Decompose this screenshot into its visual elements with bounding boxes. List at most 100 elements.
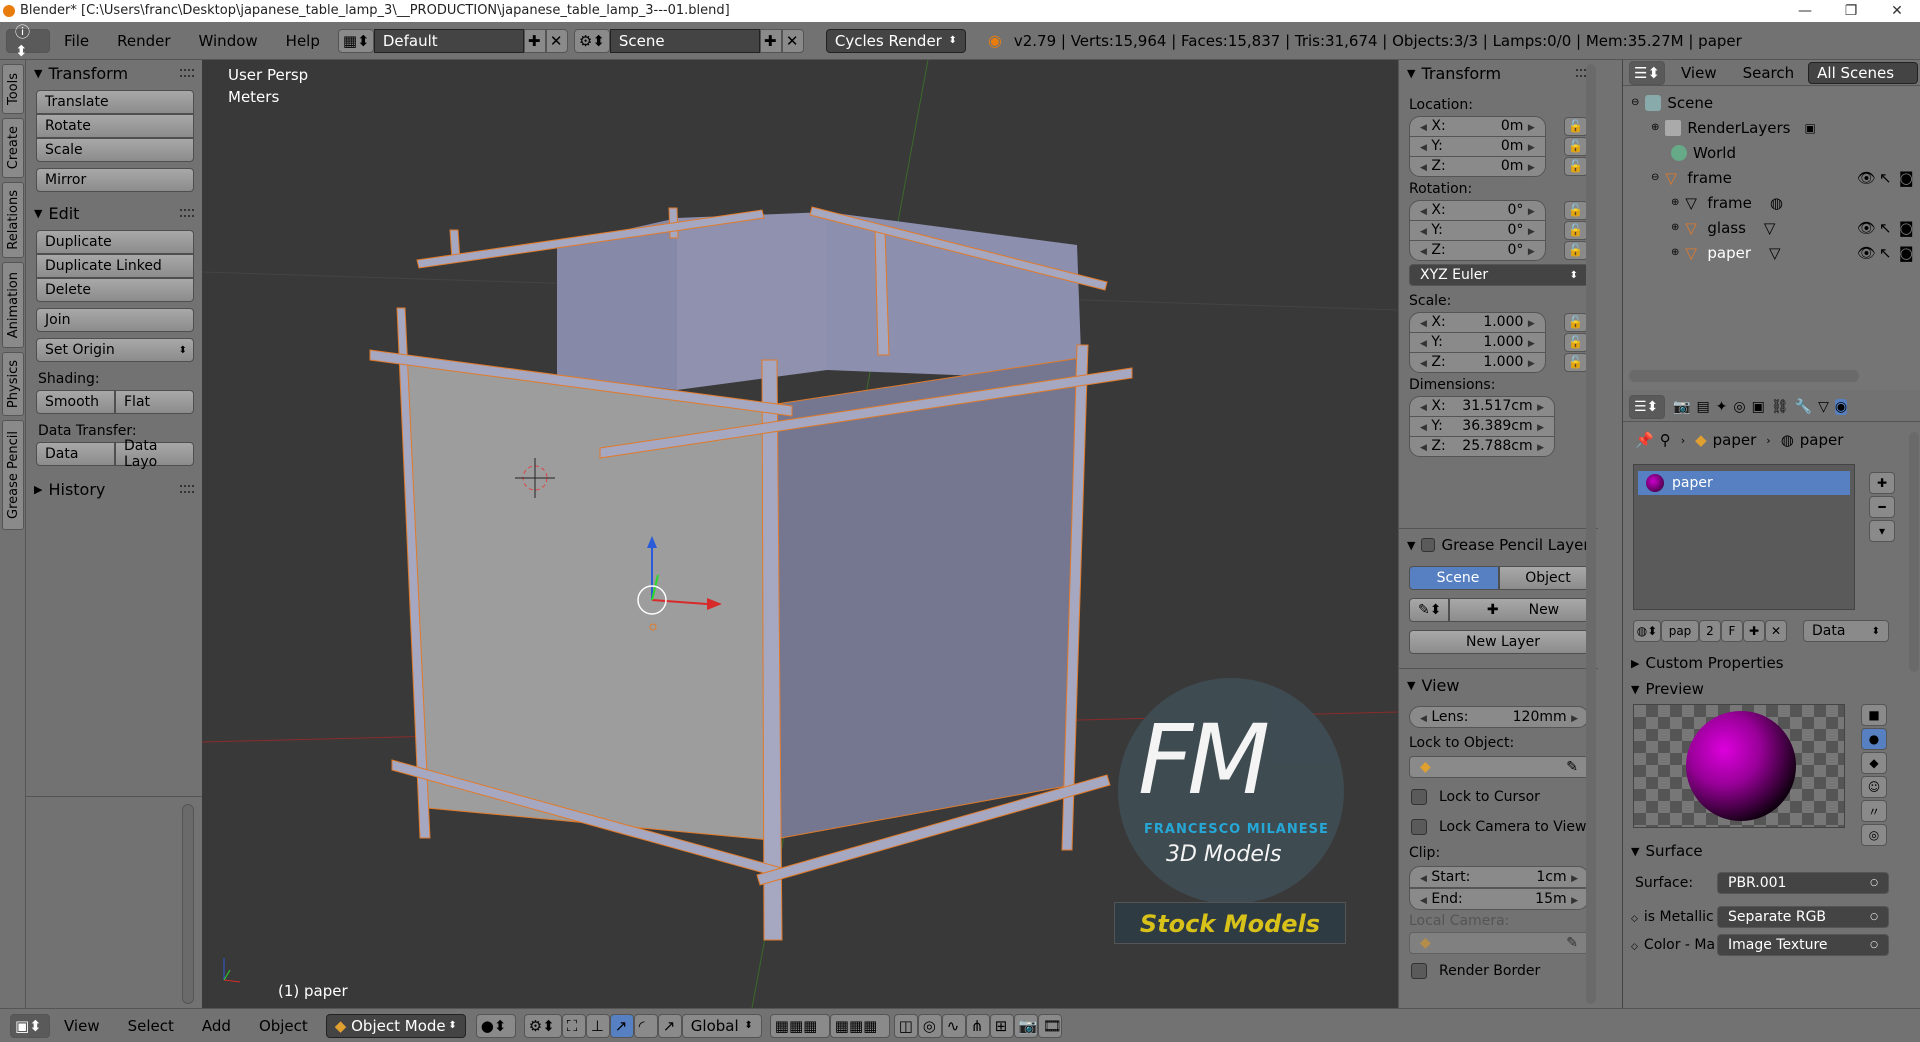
location-z-field[interactable]: ◀ Z: 0m ▶ [1409,155,1546,177]
transform-orientation-dropdown[interactable]: Global ⬍ [681,1013,762,1038]
rotate-button[interactable]: Rotate [36,114,194,138]
editor-type-3dview-button[interactable]: ▣⬍ [10,1013,50,1038]
lock-to-cursor-checkbox[interactable]: Lock to Cursor [1399,782,1599,812]
location-y-field[interactable]: ◀ Y: 0m ▶ [1409,135,1546,157]
pivot-point-dropdown[interactable]: ⚙⬍ [523,1013,562,1038]
render-engine-dropdown[interactable]: Cycles Render ⬍ [825,28,966,53]
lock-location-z-icon[interactable]: 🔓 [1563,156,1588,176]
preview-header[interactable]: ▼ Preview [1623,676,1920,702]
outliner-item-frame-object[interactable]: ⊖ ▽ frame 👁 ↖ ◙ [1623,165,1920,190]
gp-object-toggle[interactable]: Object [1499,566,1589,590]
tab-relations[interactable]: Relations [2,182,24,258]
outliner-view-menu[interactable]: View [1681,64,1717,82]
editor-type-info-button[interactable]: ⓘ ⬍ [6,23,50,60]
render-border-checkbox[interactable]: Render Border [1399,956,1599,986]
close-button[interactable]: ✕ [1874,0,1920,22]
interaction-mode-dropdown[interactable]: ◆ Object Mode ⬍ [325,1013,466,1038]
custom-properties-header[interactable]: ▶ Custom Properties [1623,650,1920,676]
render-tab-icon[interactable]: 📷 [1673,399,1690,415]
pencil-icon[interactable]: ✎⬍ [1409,598,1449,622]
scene-tab-icon[interactable]: ✦ [1716,399,1728,415]
transform-panel-header[interactable]: ▼ Transform [1399,60,1598,86]
add-screen-icon[interactable]: ✚ [523,28,546,53]
add-slot-button[interactable]: ✚ [1869,472,1895,494]
tab-physics[interactable]: Physics [2,352,24,416]
preview-monkey-icon[interactable]: ☺ [1861,776,1887,798]
grease-pencil-layer-header[interactable]: ▼ Grease Pencil Layer [1399,532,1599,558]
minimize-button[interactable]: — [1782,0,1828,22]
surface-shader-field[interactable]: PBR.001 ○ [1717,872,1889,894]
delete-button[interactable]: Delete [36,278,194,302]
outliner-item-glass[interactable]: ⊕ ▽ glass ▽ 👁 ↖ ◙ [1623,215,1920,240]
gp-scene-toggle[interactable]: Scene [1409,566,1499,590]
lock-rotation-y-icon[interactable]: 🔓 [1563,220,1588,240]
lock-location-y-icon[interactable]: 🔓 [1563,136,1588,156]
snap-toggle-icon[interactable]: ⋔ [965,1013,990,1038]
lock-scale-y-icon[interactable]: 🔓 [1563,332,1588,352]
mirror-button[interactable]: Mirror [36,168,194,192]
maximize-button[interactable]: ❐ [1828,0,1874,22]
drag-grip-icon[interactable] [180,485,194,493]
history-panel-header[interactable]: ▶ History [26,476,202,502]
material-slot-list[interactable]: paper [1633,464,1855,610]
material-tab-icon[interactable]: ◉ [1834,398,1848,415]
metallic-input-field[interactable]: Separate RGB ○ [1717,906,1889,928]
toolshelf-scrollbar[interactable] [182,804,194,1004]
tab-create[interactable]: Create [2,118,24,178]
dimensions-z-field[interactable]: ◀ Z: 25.788cm ▶ [1409,435,1555,457]
manipulator-icon[interactable]: ⊥ [585,1013,610,1038]
menu-file[interactable]: File [50,32,103,50]
grease-pencil-checkbox[interactable] [1421,538,1436,552]
screen-layout-field[interactable]: Default [373,28,524,53]
lock-scale-x-icon[interactable]: 🔓 [1563,312,1588,332]
flat-shading-button[interactable]: Flat [115,390,194,414]
slot-specials-icon[interactable]: ▾ [1869,520,1895,542]
lock-object-field[interactable]: ◆ ✎ [1409,756,1589,778]
fake-user-toggle[interactable]: F [1721,620,1743,642]
preview-hair-icon[interactable]: 〃 [1861,800,1887,822]
rotation-x-field[interactable]: ◀ X: 0° ▶ [1409,199,1546,221]
preview-flat-icon[interactable]: ■ [1861,704,1887,726]
clip-start-field[interactable]: ◀ Start: 1cm ▶ [1409,866,1589,888]
preview-sphere-icon[interactable]: ● [1861,728,1887,750]
snap-element-icon[interactable]: ⊞ [989,1013,1014,1038]
menu-add[interactable]: Add [188,1017,245,1035]
render-animation-icon[interactable]: 🎞 [1037,1013,1062,1038]
manipulator-toggle-icon[interactable]: ⛶ [561,1013,586,1038]
drag-grip-icon[interactable] [180,69,194,77]
object-tab-icon[interactable]: ▣ [1752,399,1765,415]
preview-cube-icon[interactable]: ◆ [1861,752,1887,774]
proportional-falloff-icon[interactable]: ∿ [941,1013,966,1038]
dimensions-x-field[interactable]: ◀ X: 31.517cm ▶ [1409,395,1555,417]
edit-panel-header[interactable]: ▼ Edit [26,200,202,226]
outliner-item-frame-mesh[interactable]: ⊕ ▽ frame ◍ [1623,190,1920,215]
gp-new-button[interactable]: ✚ New [1449,598,1589,622]
unlink-material-icon[interactable]: ✕ [1765,620,1787,642]
remove-slot-button[interactable]: ━ [1869,496,1895,518]
outliner-editor-type[interactable]: ☰⬍ [1629,60,1665,85]
properties-scrollbar[interactable] [1909,432,1919,672]
remove-screen-icon[interactable]: ✕ [545,28,568,53]
lock-rotation-z-icon[interactable]: 🔓 [1563,240,1588,260]
n-panel-scrollbar[interactable] [1586,64,1596,1004]
outliner-h-scrollbar[interactable] [1629,370,1859,382]
scene-field[interactable]: Scene [609,28,760,53]
lock-location-x-icon[interactable]: 🔓 [1563,116,1588,136]
set-origin-dropdown[interactable]: Set Origin ⬍ [36,338,194,362]
link-type-dropdown[interactable]: Data ⬍ [1803,620,1889,642]
layers-grid-2[interactable]: ▦▦▦ [829,1013,890,1038]
outliner-item-paper[interactable]: ⊕ ▽ paper ▽ 👁 ↖ ◙ [1623,240,1920,265]
outliner-item-renderlayers[interactable]: ⊕ RenderLayers ▣ [1623,115,1920,140]
constraints-tab-icon[interactable]: ⛓ [1771,399,1789,415]
lock-rotation-x-icon[interactable]: 🔓 [1563,200,1588,220]
layers-grid-1[interactable]: ▦▦▦ [769,1013,830,1038]
rotate-manipulator-icon[interactable]: ◜ [633,1013,658,1038]
material-browse-icon[interactable]: ◍⬍ [1633,620,1661,642]
gp-new-layer-button[interactable]: New Layer [1409,630,1589,654]
menu-window[interactable]: Window [185,32,272,50]
new-material-icon[interactable]: ✚ [1743,620,1765,642]
dimensions-y-field[interactable]: ◀ Y: 36.389cm ▶ [1409,415,1555,437]
remove-scene-icon[interactable]: ✕ [781,28,804,53]
proportional-edit-icon[interactable]: ◎ [917,1013,942,1038]
data-layout-button[interactable]: Data Layo [115,438,194,470]
